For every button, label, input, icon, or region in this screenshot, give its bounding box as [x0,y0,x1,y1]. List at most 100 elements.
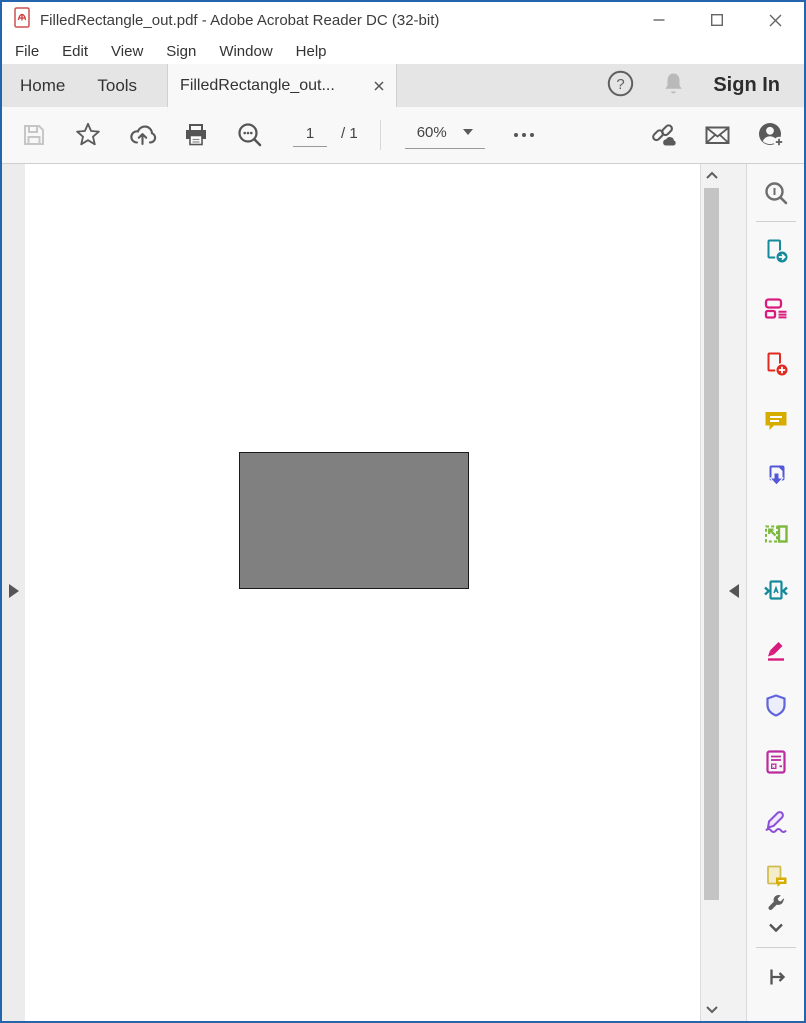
prepare-form-icon [762,748,790,776]
close-icon [769,14,782,27]
email-button[interactable] [702,120,732,150]
comment-button[interactable] [759,404,793,438]
redact-icon [762,635,790,663]
document-tab-label: FilledRectangle_out... [180,77,335,95]
help-icon: ? [607,70,634,97]
open-pane-arrow-icon [762,963,790,991]
menu-bar: File Edit View Sign Window Help [2,38,804,64]
search-icon [236,121,264,149]
wrench-icon [764,892,788,916]
sign-in-button[interactable]: Sign In [713,74,780,97]
minimize-icon [653,14,665,26]
send-for-comments-icon [762,863,790,891]
compress-pdf-icon [762,577,790,605]
scroll-down-button[interactable] [701,999,722,1021]
chevron-up-icon [705,170,719,180]
combine-files-icon [762,463,790,491]
save-icon [20,121,48,149]
collapse-tools-pane-arrow[interactable] [729,584,739,598]
organize-pages-icon [762,520,790,548]
envelope-icon [703,121,732,149]
more-tools-expander[interactable] [759,918,793,938]
search-button[interactable] [235,120,265,150]
toolbar-divider [380,120,381,150]
more-tools-button[interactable] [759,892,793,916]
share-to-cloud-button[interactable] [127,120,157,150]
tools-panel-divider [756,221,796,222]
scrollbar-thumb[interactable] [704,188,719,900]
chevron-down-icon [463,129,473,135]
notifications-button[interactable] [662,71,685,100]
filled-rectangle-graphic [239,452,469,589]
tools-panel [746,164,804,1021]
pdf-file-icon [14,7,31,33]
vertical-scrollbar[interactable] [700,164,722,1021]
fill-and-sign-icon [762,805,790,833]
search-tools-button[interactable] [759,177,793,211]
share-link-button[interactable] [648,120,678,150]
zoom-level-value: 60% [417,124,447,141]
edit-pdf-button[interactable] [759,291,793,325]
protect-pdf-button[interactable] [759,689,793,723]
search-tools-icon [762,180,790,208]
export-pdf-button[interactable] [759,234,793,268]
edit-pdf-icon [762,294,790,322]
tab-home[interactable]: Home [4,64,81,107]
tab-bar-right: ? Sign In [607,64,804,107]
page-count-label: / 1 [341,125,358,142]
menu-edit[interactable]: Edit [59,41,91,62]
user-plus-icon [757,121,786,149]
acrobat-window: FilledRectangle_out.pdf - Adobe Acrobat … [0,0,806,1023]
minimize-button[interactable] [630,2,688,38]
tools-pane-collapse-strip [722,164,746,1021]
window-controls [630,2,804,38]
zoom-level-dropdown[interactable]: 60% [405,122,485,149]
expand-nav-pane-arrow[interactable] [9,584,19,598]
shield-icon [762,692,790,720]
account-sign-in-button[interactable] [756,120,786,150]
organize-pages-button[interactable] [759,517,793,551]
main-toolbar: / 1 60% [2,107,804,164]
close-tab-icon [374,81,384,91]
prepare-form-button[interactable] [759,745,793,779]
menu-help[interactable]: Help [293,41,330,62]
print-button[interactable] [181,120,211,150]
page-number-input[interactable] [293,123,327,147]
maximize-button[interactable] [688,2,746,38]
help-button[interactable]: ? [607,70,634,102]
menu-view[interactable]: View [108,41,146,62]
more-toolbar-options-button[interactable] [509,120,539,150]
menu-sign[interactable]: Sign [163,41,199,62]
cloud-upload-icon [128,121,157,149]
tab-document[interactable]: FilledRectangle_out... [167,64,397,107]
chevron-down-icon [705,1005,719,1015]
document-page [25,164,700,1021]
chevron-down-icon [766,921,786,935]
compress-pdf-button[interactable] [759,574,793,608]
main-area [2,164,804,1021]
svg-text:?: ? [617,76,625,93]
comment-icon [762,407,790,435]
title-bar: FilledRectangle_out.pdf - Adobe Acrobat … [2,2,804,38]
bell-icon [662,71,685,95]
open-tools-pane-button[interactable] [759,960,793,994]
send-for-comments-button[interactable] [759,860,793,894]
combine-files-button[interactable] [759,460,793,494]
star-icon [74,121,102,149]
redact-button[interactable] [759,632,793,666]
favorite-button[interactable] [73,120,103,150]
scroll-up-button[interactable] [701,164,722,186]
tab-tools[interactable]: Tools [81,64,153,107]
menu-file[interactable]: File [12,41,42,62]
create-pdf-button[interactable] [759,347,793,381]
create-pdf-icon [762,350,790,378]
menu-window[interactable]: Window [216,41,275,62]
save-button[interactable] [19,120,49,150]
close-button[interactable] [746,2,804,38]
link-cloud-icon [649,121,678,149]
tab-close-button[interactable] [374,81,384,91]
fill-and-sign-button[interactable] [759,802,793,836]
window-title: FilledRectangle_out.pdf - Adobe Acrobat … [40,12,439,29]
tools-panel-divider [756,947,796,948]
tab-bar: Home Tools FilledRectangle_out... ? Sig [2,64,804,107]
